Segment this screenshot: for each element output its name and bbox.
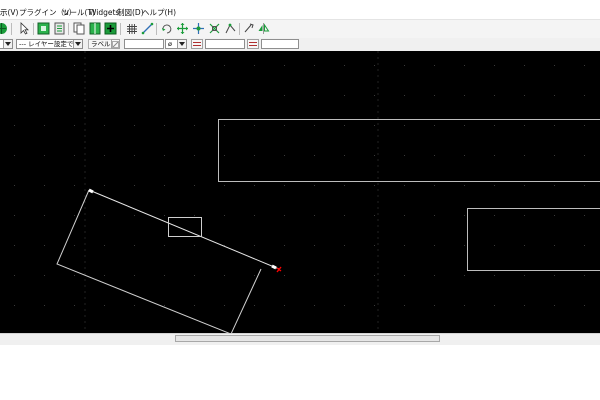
add-node-icon[interactable] xyxy=(191,21,206,36)
label-text-field[interactable] xyxy=(124,39,164,49)
layer-selector-value: --- レイヤー設定で xyxy=(19,40,74,48)
menu-widgets[interactable]: Widgets xyxy=(89,7,119,18)
dimension-arrow-end xyxy=(271,264,277,270)
chevron-down-icon xyxy=(177,40,186,48)
main-toolbar xyxy=(0,20,600,39)
dimension-arrow-start xyxy=(88,188,94,194)
horizontal-scrollbar[interactable] xyxy=(0,333,600,345)
move-icon[interactable] xyxy=(175,21,190,36)
menu-bar: 示(V) プラグイン（u） ツール(T) Widgets 制図(D) ヘルプ(H… xyxy=(0,0,600,20)
chevron-down-icon xyxy=(3,40,12,48)
green-layer-icon[interactable] xyxy=(36,21,51,36)
edit-node-icon[interactable] xyxy=(223,21,238,36)
line-tool-icon[interactable] xyxy=(140,21,155,36)
green-globe-icon[interactable] xyxy=(0,21,9,36)
line-width-icon[interactable] xyxy=(191,39,203,49)
edit-label-icon[interactable] xyxy=(111,39,120,49)
grid-icon[interactable] xyxy=(124,21,139,36)
toolbar-separator xyxy=(11,23,12,35)
angle-symbol: ø xyxy=(168,40,172,48)
green-layer-icon[interactable] xyxy=(52,21,67,36)
line-type-field[interactable] xyxy=(261,39,299,49)
rotate-icon[interactable] xyxy=(159,21,174,36)
drawing-svg xyxy=(0,51,600,333)
drawing-canvas[interactable] xyxy=(0,51,600,333)
blank-area xyxy=(0,345,600,400)
scale-icon[interactable] xyxy=(207,21,222,36)
scrollbar-thumb[interactable] xyxy=(175,335,440,342)
chevron-down-icon xyxy=(73,40,82,48)
menu-view[interactable]: 示(V) xyxy=(0,7,18,18)
angle-dropdown[interactable]: ø xyxy=(165,39,187,49)
menu-drafting[interactable]: 制図(D) xyxy=(117,7,144,18)
cad-application: 示(V) プラグイン（u） ツール(T) Widgets 制図(D) ヘルプ(H… xyxy=(0,0,600,400)
toolbar-separator xyxy=(156,23,157,35)
layer-color-dropdown[interactable] xyxy=(0,39,13,49)
properties-toolbar: --- レイヤー設定で ラベル ø xyxy=(0,38,600,52)
green-plus-icon[interactable] xyxy=(103,21,118,36)
mirror-icon[interactable] xyxy=(256,21,271,36)
line-type-icon[interactable] xyxy=(247,39,259,49)
toolbar-separator xyxy=(239,23,240,35)
pointer-icon[interactable] xyxy=(17,21,32,36)
copy-page-icon[interactable] xyxy=(71,21,86,36)
menu-help[interactable]: ヘルプ(H) xyxy=(142,7,176,18)
layer-selector[interactable]: --- レイヤー設定で xyxy=(16,39,83,49)
split-view-icon[interactable] xyxy=(87,21,102,36)
snap-icon[interactable] xyxy=(241,21,256,36)
label-button[interactable]: ラベル xyxy=(88,39,114,49)
toolbar-separator xyxy=(120,23,121,35)
line-width-field[interactable] xyxy=(205,39,245,49)
toolbar-separator xyxy=(68,23,69,35)
toolbar-separator xyxy=(33,23,34,35)
